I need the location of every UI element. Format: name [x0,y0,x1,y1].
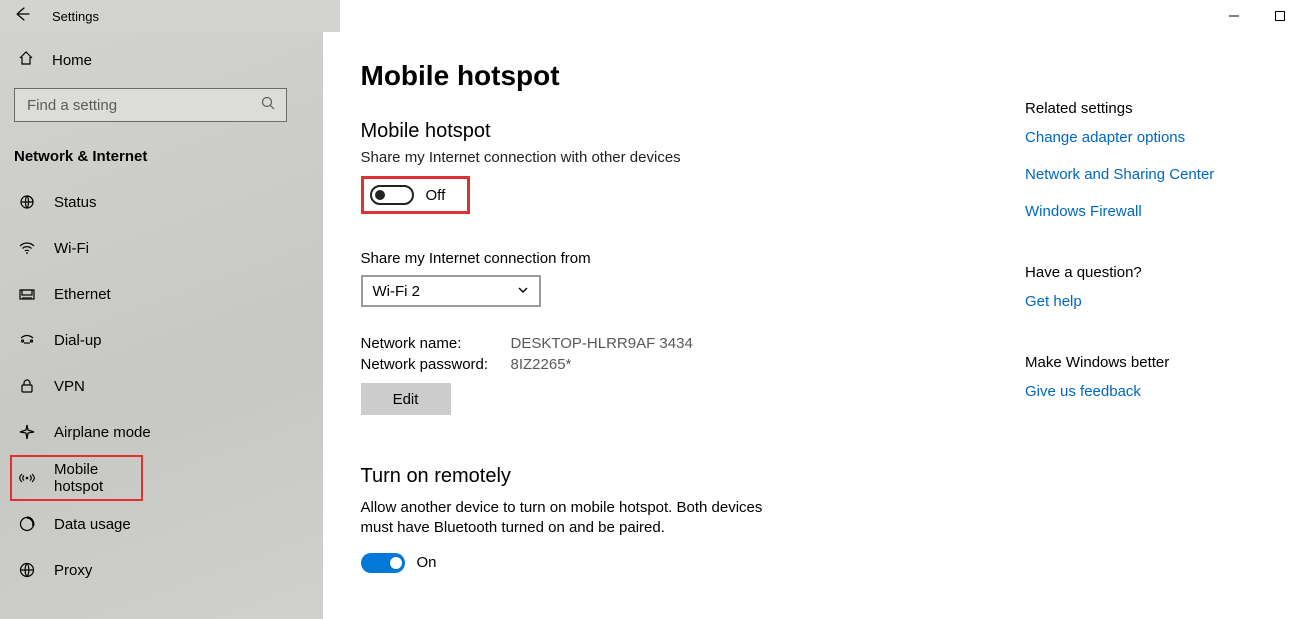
link-network-sharing-center[interactable]: Network and Sharing Center [1025,166,1309,183]
sidebar-item-ethernet[interactable]: Ethernet [0,271,323,317]
related-settings-heading: Related settings [1025,100,1309,117]
wifi-icon [18,239,36,257]
sidebar: Home Network & Internet Status [0,32,323,619]
chevron-down-icon [517,283,529,300]
maximize-button[interactable] [1257,0,1303,32]
sidebar-item-label: VPN [54,378,85,395]
network-password-value: 8IZ2265* [511,356,572,373]
dialup-icon [18,331,36,349]
vpn-icon [18,377,36,395]
sidebar-item-label: Ethernet [54,286,111,303]
better-heading: Make Windows better [1025,354,1309,371]
remote-description: Allow another device to turn on mobile h… [361,498,781,539]
hotspot-heading: Mobile hotspot [361,120,1026,143]
ethernet-icon [18,285,36,303]
window-titlebar: Settings [0,0,1309,32]
sidebar-item-mobile-hotspot[interactable]: Mobile hotspot [10,455,143,501]
sidebar-item-wifi[interactable]: Wi-Fi [0,225,323,271]
hotspot-toggle-highlight: Off [361,176,471,214]
sidebar-item-label: Mobile hotspot [54,461,143,495]
hotspot-toggle-label: Off [426,187,446,204]
search-icon [260,95,276,115]
remote-heading: Turn on remotely [361,465,1026,488]
remote-toggle[interactable] [361,553,405,573]
link-change-adapter-options[interactable]: Change adapter options [1025,129,1309,146]
sidebar-section-heading: Network & Internet [0,122,323,179]
network-name-label: Network name: [361,335,511,352]
sidebar-item-airplane-mode[interactable]: Airplane mode [0,409,323,455]
main-content: Mobile hotspot Mobile hotspot Share my I… [323,32,1309,619]
hotspot-toggle[interactable] [370,185,414,205]
status-icon [18,193,36,211]
sidebar-item-label: Data usage [54,516,131,533]
link-get-help[interactable]: Get help [1025,293,1309,310]
sidebar-item-proxy[interactable]: Proxy [0,547,323,593]
minimize-button[interactable] [1211,0,1257,32]
sidebar-item-label: Status [54,194,97,211]
sidebar-item-label: Dial-up [54,332,102,349]
back-icon[interactable] [14,6,30,26]
airplane-icon [18,423,36,441]
share-from-label: Share my Internet connection from [361,250,1026,267]
sidebar-item-dialup[interactable]: Dial-up [0,317,323,363]
proxy-icon [18,561,36,579]
link-feedback[interactable]: Give us feedback [1025,383,1309,400]
remote-toggle-label: On [417,554,437,571]
home-label: Home [52,52,92,69]
network-password-label: Network password: [361,356,511,373]
network-name-value: DESKTOP-HLRR9AF 3434 [511,335,693,352]
sidebar-item-label: Wi-Fi [54,240,89,257]
datausage-icon [18,515,36,533]
sidebar-item-home[interactable]: Home [0,42,323,78]
edit-button[interactable]: Edit [361,383,451,415]
search-input[interactable] [14,88,287,122]
search-field[interactable] [25,96,260,115]
sidebar-item-label: Proxy [54,562,92,579]
sidebar-item-vpn[interactable]: VPN [0,363,323,409]
page-title: Mobile hotspot [361,60,1026,92]
share-from-value: Wi-Fi 2 [373,283,421,300]
share-from-dropdown[interactable]: Wi-Fi 2 [361,275,541,307]
hotspot-icon [18,469,36,487]
sidebar-item-status[interactable]: Status [0,179,323,225]
right-column: Related settings Change adapter options … [1025,60,1309,619]
sidebar-item-label: Airplane mode [54,424,151,441]
hotspot-description: Share my Internet connection with other … [361,149,1026,166]
sidebar-item-data-usage[interactable]: Data usage [0,501,323,547]
window-title: Settings [52,9,99,24]
question-heading: Have a question? [1025,264,1309,281]
home-icon [18,50,34,70]
link-windows-firewall[interactable]: Windows Firewall [1025,203,1309,220]
